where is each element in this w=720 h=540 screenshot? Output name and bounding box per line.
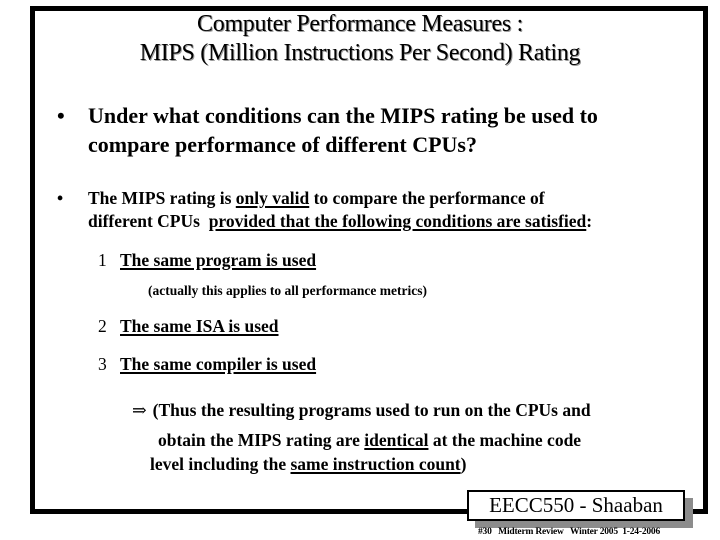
answer-text-segment: The MIPS rating is (88, 188, 236, 208)
condition-item: 2 The same ISA is used (98, 315, 279, 337)
question-text: Under what conditions can the MIPS ratin… (88, 101, 598, 159)
footer-details: #30 Midterm Review Winter 2005 1-24-2006 (478, 527, 661, 537)
implication-text: (Thus the resulting programs used to run… (152, 400, 591, 420)
condition-text: The same compiler is used (120, 354, 317, 374)
emphasis-identical: identical (364, 430, 429, 450)
emphasis-only-valid: only valid (235, 188, 310, 208)
condition-text: The same ISA is used (120, 316, 279, 336)
answer-line-1: The MIPS rating is only valid to compare… (88, 187, 592, 210)
condition-number: 1 (98, 250, 107, 270)
answer-text: The MIPS rating is only valid to compare… (88, 187, 592, 233)
answer-text-segment: : (586, 211, 593, 231)
answer-text-segment: different CPUs (88, 211, 209, 231)
condition-number: 2 (98, 316, 107, 336)
condition-item: 3 The same compiler is used (98, 353, 316, 375)
condition-number: 3 (98, 354, 107, 374)
implication-text: ) (460, 454, 467, 474)
footer-course-label: EECC550 - Shaaban (467, 490, 685, 521)
title-line-2: MIPS (Million Instructions Per Second) R… (139, 40, 581, 66)
answer-text-segment: to compare the performance of (309, 188, 545, 208)
answer-line-2: different CPUs provided that the followi… (88, 210, 592, 233)
bullet-icon: • (57, 188, 64, 208)
title-line-1: Computer Performance Measures : (197, 11, 523, 37)
implication-text: at the machine code (428, 430, 582, 450)
condition-text: The same program is used (120, 250, 317, 270)
implication-text: level including the (150, 454, 291, 474)
bullet-icon: • (57, 103, 65, 128)
condition-note: (actually this applies to all performanc… (148, 283, 427, 298)
question-line-2: compare performance of different CPUs? (88, 132, 477, 157)
slide-title: Computer Performance Measures : MIPS (Mi… (0, 10, 720, 68)
question-line-1: Under what conditions can the MIPS ratin… (88, 103, 598, 128)
condition-item: 1 The same program is used (98, 249, 316, 271)
implication-line-2: obtain the MIPS rating are identical at … (158, 428, 581, 452)
emphasis-same-instruction-count: same instruction count (290, 454, 461, 474)
implication-line-1: ⇒ (Thus the resulting programs used to ru… (132, 398, 591, 422)
implies-arrow-icon: ⇒ (132, 400, 147, 420)
implication-text: obtain the MIPS rating are (158, 430, 365, 450)
emphasis-conditions: provided that the following conditions a… (208, 211, 587, 231)
implication-line-3: level including the same instruction cou… (150, 452, 466, 476)
